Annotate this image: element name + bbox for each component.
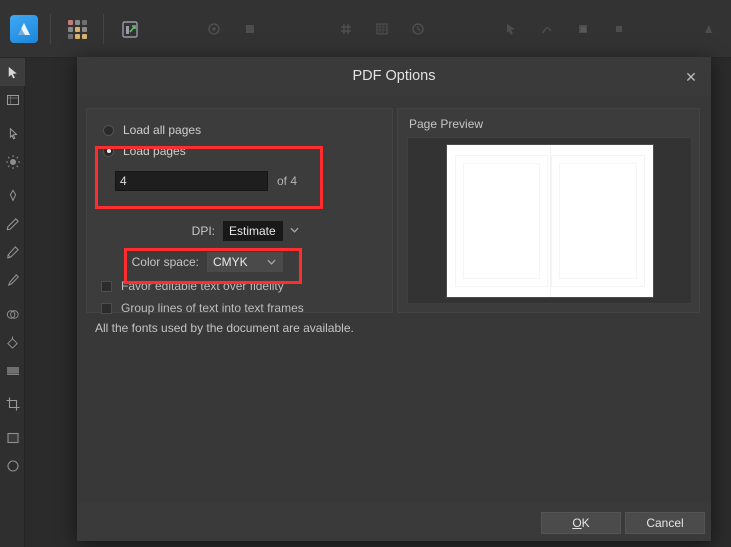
assets-icon[interactable] xyxy=(692,13,724,45)
toolbar-center-group-b xyxy=(330,13,434,45)
fill-tool[interactable] xyxy=(0,328,25,356)
vector-brush-tool[interactable] xyxy=(0,238,25,266)
artboard-tool[interactable] xyxy=(0,86,25,114)
toolbar-left-group xyxy=(8,13,146,45)
chevron-down-icon xyxy=(267,259,276,265)
ok-button[interactable]: OK xyxy=(541,512,621,534)
grid-icon[interactable] xyxy=(330,13,362,45)
move-tool[interactable] xyxy=(0,58,25,86)
top-toolbar xyxy=(0,0,731,58)
toolbar-right-group-a xyxy=(495,13,635,45)
transform-icon[interactable] xyxy=(402,13,434,45)
favor-editable-text-checkbox[interactable] xyxy=(101,280,112,292)
color-space-dropdown[interactable]: CMYK xyxy=(207,252,283,272)
panel-icon[interactable] xyxy=(603,13,635,45)
group-lines-checkbox[interactable] xyxy=(101,302,112,314)
pointer-icon[interactable] xyxy=(495,13,527,45)
chevron-down-icon xyxy=(290,227,299,233)
dpi-dropdown[interactable]: Estimate xyxy=(223,221,299,241)
dpi-row: DPI: Estimate xyxy=(103,221,299,241)
cancel-button[interactable]: Cancel xyxy=(625,512,705,534)
corner-tool[interactable] xyxy=(0,148,25,176)
shape-builder-tool[interactable] xyxy=(0,300,25,328)
preview-page-left xyxy=(454,154,549,287)
rectangle-tool[interactable] xyxy=(0,424,25,452)
node-icon[interactable] xyxy=(531,13,563,45)
dialog-titlebar[interactable]: PDF Options ✕ xyxy=(77,57,711,97)
load-pages-option[interactable]: Load pages xyxy=(103,144,186,158)
dpi-label: DPI: xyxy=(191,224,215,238)
snapping-icon[interactable] xyxy=(198,13,230,45)
color-space-value: CMYK xyxy=(213,255,248,269)
ok-accel: O xyxy=(572,516,582,530)
toolbar-separator-1 xyxy=(50,14,51,44)
page-preview-label: Page Preview xyxy=(409,117,484,131)
page-preview-spread xyxy=(446,144,653,297)
dialog-footer: OK Cancel xyxy=(77,503,711,541)
group-lines-label: Group lines of text into text frames xyxy=(121,301,304,315)
pixel-grid-icon[interactable] xyxy=(366,13,398,45)
export-persona-icon[interactable] xyxy=(114,13,146,45)
page-total-label: of 4 xyxy=(277,174,298,188)
application-window: PDF Options ✕ Load all pages Load pages … xyxy=(0,0,731,547)
toolbar-right-group-b xyxy=(692,13,724,45)
toolbar-separator-2 xyxy=(103,14,104,44)
document-setup-icon[interactable] xyxy=(234,13,266,45)
load-all-pages-radio[interactable] xyxy=(103,124,114,136)
layers-icon[interactable] xyxy=(567,13,599,45)
close-icon[interactable]: ✕ xyxy=(679,65,703,89)
persona-grid-glyph xyxy=(67,19,87,39)
group-lines-option[interactable]: Group lines of text into text frames xyxy=(101,301,304,315)
dpi-value: Estimate xyxy=(229,224,276,238)
affinity-designer-app-icon[interactable] xyxy=(8,13,40,45)
crop-tool[interactable] xyxy=(0,390,25,418)
ellipse-tool[interactable] xyxy=(0,452,25,480)
load-pages-label: Load pages xyxy=(123,144,186,158)
page-preview-group: Page Preview xyxy=(397,108,700,313)
node-tool[interactable] xyxy=(0,120,25,148)
page-settings-group: Load all pages Load pages of 4 DPI: Esti… xyxy=(86,108,393,315)
favor-editable-text-label: Favor editable text over fidelity xyxy=(121,279,284,293)
text-tool[interactable] xyxy=(0,356,25,384)
load-all-pages-label: Load all pages xyxy=(123,123,202,137)
page-range-input[interactable] xyxy=(115,171,268,191)
page-preview-frame xyxy=(407,137,692,304)
paint-brush-tool[interactable] xyxy=(0,266,25,294)
persona-grid-icon[interactable] xyxy=(61,13,93,45)
color-space-row: Color space: CMYK xyxy=(103,252,283,272)
pen-tool[interactable] xyxy=(0,182,25,210)
favor-editable-text-option[interactable]: Favor editable text over fidelity xyxy=(101,279,284,293)
ok-rest: K xyxy=(581,516,590,530)
color-space-label: Color space: xyxy=(131,255,199,269)
fonts-status-text: All the fonts used by the document are a… xyxy=(95,321,354,335)
load-all-pages-option[interactable]: Load all pages xyxy=(103,123,201,137)
dialog-title: PDF Options xyxy=(352,68,436,84)
pencil-tool[interactable] xyxy=(0,210,25,238)
tools-palette xyxy=(0,58,25,547)
load-pages-radio[interactable] xyxy=(103,145,114,157)
dialog-body: Load all pages Load pages of 4 DPI: Esti… xyxy=(77,96,711,503)
preview-page-right xyxy=(550,154,645,287)
app-logo-icon xyxy=(10,15,38,43)
toolbar-center-group-a xyxy=(198,13,266,45)
pdf-options-dialog: PDF Options ✕ Load all pages Load pages … xyxy=(77,57,711,541)
preview-gutter xyxy=(549,144,551,297)
page-range-row: of 4 xyxy=(115,171,297,191)
